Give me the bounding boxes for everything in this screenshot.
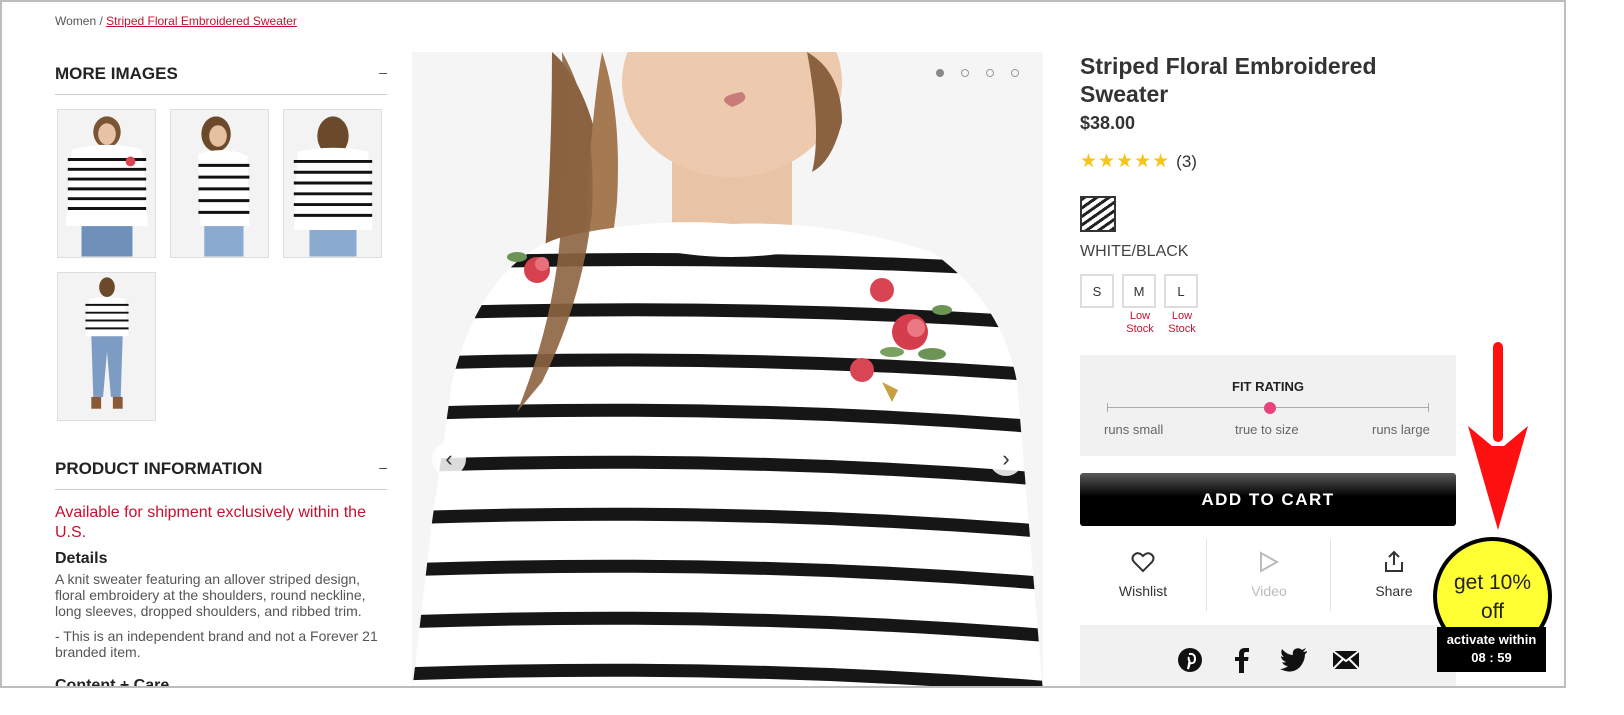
add-to-cart-button[interactable]: ADD TO CART [1080,473,1456,526]
selected-color-name: WHITE/BLACK [1080,243,1189,260]
size-label: L [1177,283,1185,299]
previous-image-arrow[interactable]: ‹ [432,442,466,476]
fit-label-runs-small: runs small [1104,422,1164,437]
thumbnail-2-image [171,110,268,257]
thumbnail-4-image [58,273,155,420]
product-price: $38.00 [1080,113,1136,133]
fit-rating-marker [1264,402,1276,414]
carousel-dot-1[interactable] [936,69,944,77]
size-label: S [1092,283,1102,299]
thumbnail-4[interactable] [57,272,156,421]
play-icon [1206,547,1332,577]
fit-rating-title: FIT RATING [1232,379,1304,394]
fit-label-runs-large: runs large [1372,422,1430,437]
thumbnail-2[interactable] [170,109,269,258]
carousel-dot-4[interactable] [1011,69,1019,77]
carousel-dot-3[interactable] [986,69,994,77]
content-care-heading[interactable]: Content + Care [55,677,169,686]
size-l-stock-note: Low Stock [1168,310,1196,335]
twitter-icon[interactable] [1280,646,1308,674]
thumbnail-1[interactable] [57,109,156,258]
email-icon[interactable] [1332,646,1360,674]
facebook-icon[interactable] [1228,646,1256,674]
carousel-dot-2[interactable] [961,69,969,77]
thumbnail-3-image [284,110,381,257]
details-text: A knit sweater featuring an allover stri… [55,571,366,619]
fit-label-true-to-size: true to size [1235,422,1299,437]
breadcrumb-separator: / [96,14,107,28]
social-share-bar [1080,625,1456,686]
model-photo [412,52,1043,686]
page-frame: Women / Striped Floral Embroidered Sweat… [0,0,1566,688]
breadcrumb-current[interactable]: Striped Floral Embroidered Sweater [106,14,297,28]
size-option-m[interactable]: M [1122,274,1156,308]
more-images-collapse-toggle[interactable]: – [379,64,387,80]
wishlist-label: Wishlist [1118,583,1168,599]
fit-tick-start [1107,403,1108,412]
wishlist-button[interactable]: Wishlist [1080,539,1206,611]
product-information-collapse-toggle[interactable]: – [379,459,387,475]
size-option-l[interactable]: L [1164,274,1198,308]
red-arrow-down-icon [1468,342,1528,530]
video-label: Video [1251,583,1287,599]
activate-label: activate within [1446,632,1537,647]
details-heading: Details [55,550,108,567]
video-button[interactable]: Video [1206,539,1332,611]
more-images-title: MORE IMAGES [55,64,178,83]
color-swatch-white-black[interactable] [1080,196,1116,232]
main-product-image[interactable]: ‹ › [412,52,1043,686]
chevron-left-icon: ‹ [445,446,453,471]
size-option-s[interactable]: S [1080,274,1114,308]
pinterest-icon[interactable] [1176,646,1204,674]
countdown-timer: 08 : 59 [1471,650,1512,665]
breadcrumb-root[interactable]: Women [55,14,96,28]
carousel-dots [936,69,1019,77]
size-m-stock-note: Low Stock [1126,310,1154,335]
next-image-arrow[interactable]: › [989,442,1023,476]
thumbnail-1-image [58,110,155,257]
product-information-header[interactable]: PRODUCT INFORMATION – [55,459,387,490]
size-label: M [1133,283,1145,299]
product-title: Striped Floral Embroidered Sweater [1080,53,1377,107]
shipping-note: Available for shipment exclusively withi… [55,504,366,541]
brand-note: - This is an independent brand and not a… [55,628,378,660]
discount-timer-box[interactable]: activate within 08 : 59 [1437,627,1546,672]
fit-rating-panel: FIT RATING runs small true to size runs … [1080,355,1456,456]
breadcrumb: Women / Striped Floral Embroidered Sweat… [55,14,297,28]
chevron-right-icon: › [1002,446,1010,471]
discount-offer-text: get 10% off [1453,570,1532,623]
heart-icon [1080,547,1206,577]
product-information-title: PRODUCT INFORMATION [55,459,263,478]
rating-stars-icon: ★★★★★ [1080,151,1171,172]
product-rating[interactable]: ★★★★★ (3) [1080,150,1197,173]
more-images-header[interactable]: MORE IMAGES – [55,64,387,95]
review-count: (3) [1176,151,1197,171]
thumbnail-3[interactable] [283,109,382,258]
fit-tick-end [1428,403,1429,412]
